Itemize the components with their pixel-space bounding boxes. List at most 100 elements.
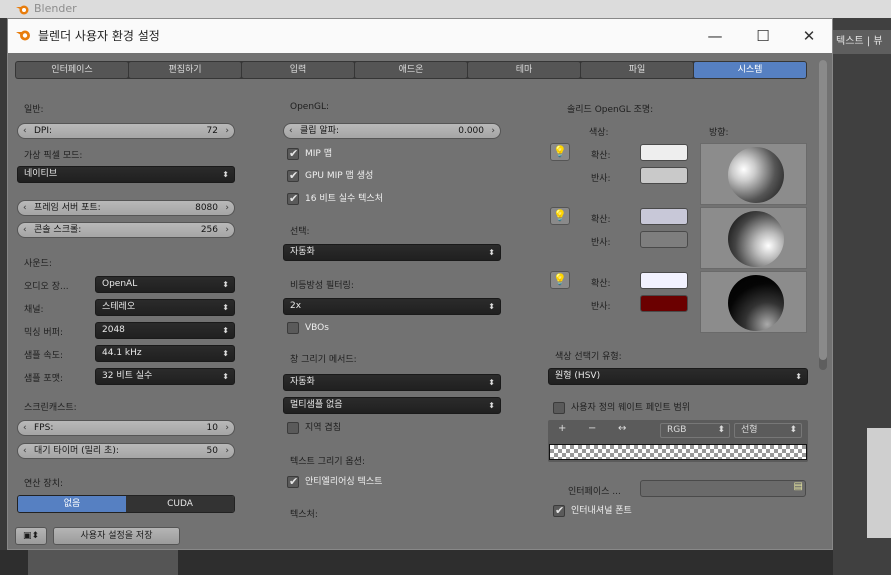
tab-file[interactable]: 파일 (581, 62, 693, 78)
light-1-specular-label: 반사: (591, 174, 611, 184)
fps-field[interactable]: FPS: 10 (17, 420, 235, 436)
window-title: 블렌더 사용자 환경 설정 (38, 29, 160, 43)
console-scroll-field[interactable]: 콘솔 스크롤: 256 (17, 222, 235, 238)
fps-label: FPS: (34, 423, 54, 433)
bottom-block (28, 550, 178, 575)
wait-timer-field[interactable]: 대기 타이머 (밀리 초): 50 (17, 443, 235, 459)
light-1-diffuse-swatch[interactable] (640, 144, 688, 161)
mix-buffer-label: 믹싱 버퍼: (24, 328, 64, 338)
window-draw-select[interactable]: 자동화 ⬍ (283, 374, 501, 391)
multisample-select[interactable]: 멀티샘플 없음 ⬍ (283, 397, 501, 414)
light-2-toggle[interactable]: 💡 (550, 207, 570, 225)
custom-weight-paint-label: 사용자 정의 웨이트 페인트 범위 (571, 403, 691, 413)
general-label: 일반: (24, 105, 44, 115)
anisotropic-select[interactable]: 2x ⬍ (283, 298, 501, 315)
float-texture-label: 16 비트 실수 텍스처 (305, 194, 383, 204)
checkbox-unchecked-icon (553, 402, 565, 414)
3d-viewport[interactable]: 텍스트 | 뷰 (833, 18, 891, 575)
sample-rate-label: 샘플 속도: (24, 351, 64, 361)
light-3-diffuse-swatch[interactable] (640, 272, 688, 289)
ramp-remove-button[interactable]: − (588, 423, 596, 434)
ramp-mode-select[interactable]: RGB ⬍ (660, 423, 730, 438)
channels-label: 채널: (24, 305, 44, 315)
international-fonts-checkbox[interactable]: 인터내셔널 폰트 (553, 504, 632, 519)
updown-icon: ⬍ (488, 302, 495, 311)
ramp-interp-select[interactable]: 선형 ⬍ (734, 423, 802, 438)
mipmap-label: MIP 맵 (305, 149, 332, 159)
maximize-button[interactable]: ☐ (740, 19, 786, 53)
antialias-text-checkbox[interactable]: 안티엘리어싱 텍스트 (287, 475, 382, 490)
tab-themes[interactable]: 테마 (468, 62, 580, 78)
light-2-diffuse-swatch[interactable] (640, 208, 688, 225)
lightbulb-icon: 💡 (553, 145, 567, 158)
tab-system[interactable]: 시스템 (694, 62, 806, 78)
custom-weight-paint-checkbox[interactable]: 사용자 정의 웨이트 페인트 범위 (553, 401, 690, 416)
interface-font-label: 인터페이스 ... (568, 487, 621, 497)
light-2-direction[interactable] (700, 207, 807, 269)
solid-opengl-label: 솔리드 OpenGL 조명: (567, 105, 654, 115)
minimize-button[interactable]: — (692, 19, 738, 53)
light-1-specular-swatch[interactable] (640, 167, 688, 184)
tab-input[interactable]: 입력 (242, 62, 354, 78)
light-1-toggle[interactable]: 💡 (550, 143, 570, 161)
dpi-field[interactable]: DPI: 72 (17, 123, 235, 139)
light-2-specular-label: 반사: (591, 238, 611, 248)
scrollbar-thumb[interactable] (819, 60, 827, 360)
compute-cuda-button[interactable]: CUDA (126, 496, 234, 512)
clip-alpha-field[interactable]: 클립 알파: 0.000 (283, 123, 501, 139)
save-user-settings-button[interactable]: 사용자 설정을 저장 (53, 527, 180, 545)
light-3-toggle[interactable]: 💡 (550, 271, 570, 289)
color-picker-type-select[interactable]: 원형 (HSV) ⬍ (548, 368, 808, 385)
scrollbar[interactable] (819, 60, 827, 370)
folder-icon[interactable]: ▤ (794, 481, 803, 492)
background-window-titlebar: Blender (0, 0, 891, 18)
audio-device-select[interactable]: OpenAL ⬍ (95, 276, 235, 293)
vbos-checkbox[interactable]: VBOs (287, 321, 329, 336)
selection-select[interactable]: 자동화 ⬍ (283, 244, 501, 261)
light-2-diffuse-label: 확산: (591, 215, 611, 225)
light-1-diffuse-label: 확산: (591, 151, 611, 161)
region-overlap-checkbox[interactable]: 지역 겹침 (287, 421, 341, 436)
virtual-pixel-select[interactable]: 네이티브 ⬍ (17, 166, 235, 183)
light-3-direction[interactable] (700, 271, 807, 333)
ramp-flip-button[interactable]: ↔ (618, 423, 626, 434)
mipmap-checkbox[interactable]: MIP 맵 (287, 147, 332, 162)
close-button[interactable]: ✕ (786, 19, 832, 53)
tab-editing[interactable]: 편집하기 (129, 62, 241, 78)
light-2-specular-swatch[interactable] (640, 231, 688, 248)
lightbulb-icon: 💡 (553, 209, 567, 222)
window-draw-value: 자동화 (290, 377, 315, 387)
float-texture-checkbox[interactable]: 16 비트 실수 텍스처 (287, 192, 383, 207)
clip-alpha-value: 0.000 (458, 126, 484, 136)
mix-buffer-value: 2048 (102, 325, 125, 335)
light-1-sphere (728, 147, 784, 203)
antialias-text-label: 안티엘리어싱 텍스트 (305, 477, 383, 487)
channels-select[interactable]: 스테레오 ⬍ (95, 299, 235, 316)
menu-button[interactable]: ▣⬍ (15, 527, 47, 545)
gpu-mipmap-checkbox[interactable]: GPU MIP 맵 생성 (287, 169, 373, 184)
frame-server-port-field[interactable]: 프레임 서버 포트: 8080 (17, 200, 235, 216)
light-1-direction[interactable] (700, 143, 807, 205)
fps-value: 10 (206, 423, 218, 433)
gpu-mipmap-label: GPU MIP 맵 생성 (305, 171, 374, 181)
compute-none-button[interactable]: 없음 (18, 496, 126, 512)
tab-interface[interactable]: 인터페이스 (16, 62, 128, 78)
wait-timer-value: 50 (206, 446, 218, 456)
sample-rate-select[interactable]: 44.1 kHz ⬍ (95, 345, 235, 362)
tab-addons[interactable]: 애드온 (355, 62, 467, 78)
mix-buffer-select[interactable]: 2048 ⬍ (95, 322, 235, 339)
light-3-sphere (728, 275, 784, 331)
frame-server-value: 8080 (195, 203, 218, 213)
color-ramp: + − ↔ RGB ⬍ 선형 ⬍ (548, 420, 808, 462)
sample-format-select[interactable]: 32 비트 실수 ⬍ (95, 368, 235, 385)
frame-server-label: 프레임 서버 포트: (34, 203, 101, 213)
ramp-add-button[interactable]: + (558, 423, 566, 434)
virtual-pixel-label: 가상 픽셀 모드: (24, 151, 83, 161)
blender-logo-icon (16, 30, 30, 41)
ramp-gradient[interactable] (549, 444, 807, 460)
preferences-tabs: 인터페이스 편집하기 입력 애드온 테마 파일 시스템 (15, 61, 807, 79)
light-3-specular-swatch[interactable] (640, 295, 688, 312)
compute-device-label: 연산 장치: (24, 479, 64, 489)
interface-font-field[interactable]: ▤ (640, 480, 806, 497)
multisample-value: 멀티샘플 없음 (290, 400, 343, 410)
